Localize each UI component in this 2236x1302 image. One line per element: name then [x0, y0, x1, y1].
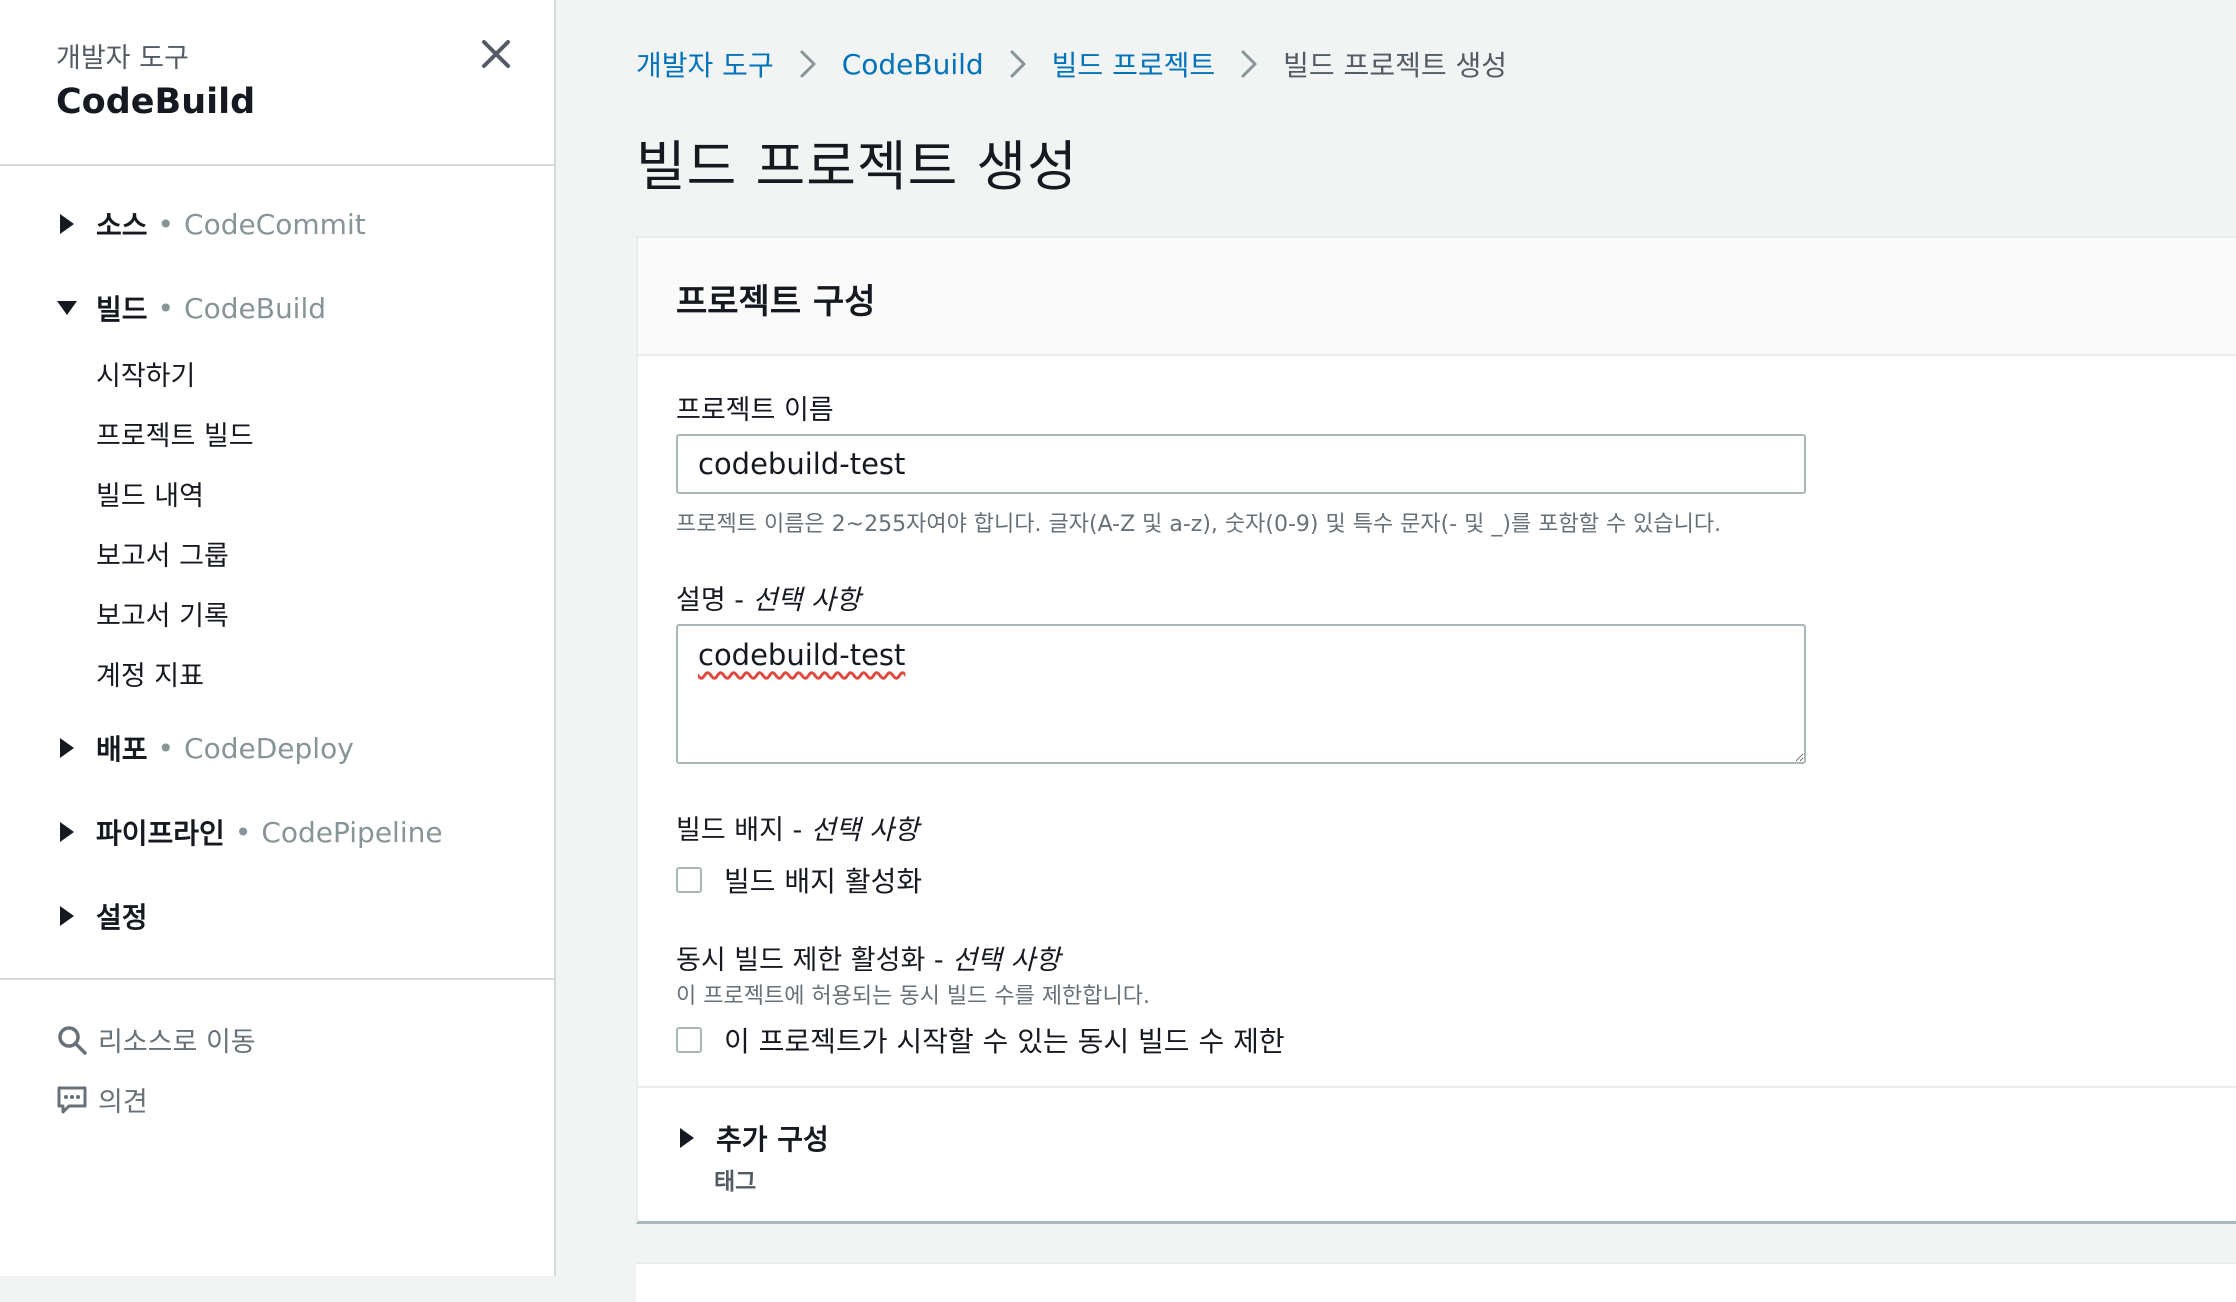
nav-kicker[interactable]: 개발자 도구: [56, 36, 189, 75]
feedback-label: 의견: [98, 1087, 148, 1118]
project-configuration-panel: 프로젝트 구성 프로젝트 이름 프로젝트 이름은 2~255자여야 합니다. 글…: [636, 236, 2236, 1224]
caret-right-icon: [56, 737, 78, 759]
nav-item-build-projects[interactable]: 프로젝트 빌드: [96, 414, 254, 453]
build-badge-checkbox-row[interactable]: 빌드 배지 활성화: [676, 860, 922, 900]
nav-item-build-history[interactable]: 빌드 내역: [96, 474, 204, 513]
nav-title[interactable]: CodeBuild: [56, 82, 255, 122]
nav-section-source[interactable]: 소스 • CodeCommit: [56, 204, 366, 244]
nav-section-label: 설정: [96, 901, 148, 934]
go-to-resource-link[interactable]: 리소스로 이동: [56, 1020, 256, 1059]
caret-down-icon: [56, 297, 78, 319]
description-label-text: 설명 -: [676, 585, 753, 616]
nav-section-label: 소스: [96, 209, 148, 242]
nav-section-settings[interactable]: 설정: [56, 896, 148, 936]
side-navigation: 개발자 도구 CodeBuild 소스 • CodeCommit 빌드 • Co…: [0, 0, 556, 1276]
separator-dot: •: [157, 731, 175, 765]
section-divider: [638, 1086, 2236, 1088]
build-badge-checkbox-label: 빌드 배지 활성화: [724, 865, 923, 898]
caret-right-icon: [56, 213, 78, 235]
concurrent-build-hint: 이 프로젝트에 허용되는 동시 빌드 수를 제한합니다.: [676, 984, 1150, 1009]
panel-title: 프로젝트 구성: [676, 282, 876, 322]
nav-section-label: 파이프라인: [96, 817, 225, 850]
concurrent-build-checkbox-row[interactable]: 이 프로젝트가 시작할 수 있는 동시 빌드 수 제한: [676, 1020, 1285, 1060]
concurrent-build-checkbox[interactable]: [676, 1027, 702, 1053]
optional-tag: 선택 사항: [752, 585, 861, 616]
nav-section-service: CodeDeploy: [184, 731, 354, 765]
nav-section-service: CodeBuild: [184, 291, 327, 325]
concurrent-build-label-text: 동시 빌드 제한 활성화 -: [676, 945, 953, 976]
caret-right-icon: [676, 1127, 698, 1149]
concurrent-build-label: 동시 빌드 제한 활성화 - 선택 사항: [676, 938, 1060, 977]
chevron-right-icon: [1239, 49, 1259, 79]
panel-header: 프로젝트 구성: [638, 238, 2236, 356]
feedback-icon: [56, 1084, 88, 1116]
nav-section-label: 빌드: [96, 293, 148, 326]
project-name-hint: 프로젝트 이름은 2~255자여야 합니다. 글자(A-Z 및 a-z), 숫자…: [676, 512, 1722, 537]
breadcrumb-codebuild[interactable]: CodeBuild: [842, 48, 984, 81]
nav-section-service: CodePipeline: [261, 815, 443, 849]
chevron-right-icon: [798, 49, 818, 79]
optional-tag: 선택 사항: [810, 815, 919, 846]
separator-dot: •: [157, 207, 175, 241]
nav-section-pipeline[interactable]: 파이프라인 • CodePipeline: [56, 812, 443, 852]
additional-config-title: 추가 구성: [716, 1123, 829, 1156]
breadcrumb-developer-tools[interactable]: 개발자 도구: [636, 44, 774, 84]
chevron-right-icon: [1008, 49, 1028, 79]
breadcrumb-current: 빌드 프로젝트 생성: [1283, 49, 1508, 82]
caret-right-icon: [56, 821, 78, 843]
build-badge-label-text: 빌드 배지 -: [676, 815, 811, 846]
nav-section-service: CodeCommit: [184, 207, 366, 241]
description-label: 설명 - 선택 사항: [676, 578, 861, 617]
close-nav-button[interactable]: [476, 34, 516, 74]
nav-item-report-groups[interactable]: 보고서 그룹: [96, 534, 229, 573]
side-navigation-header: 개발자 도구 CodeBuild: [0, 0, 554, 166]
additional-config-subtitle: 태그: [714, 1169, 757, 1195]
feedback-link[interactable]: 의견: [56, 1080, 148, 1119]
optional-tag: 선택 사항: [952, 945, 1061, 976]
side-navigation-footer: [0, 978, 554, 980]
nav-section-label: 배포: [96, 733, 148, 766]
project-name-label: 프로젝트 이름: [676, 395, 834, 426]
project-name-input[interactable]: [676, 434, 1806, 494]
concurrent-build-checkbox-label: 이 프로젝트가 시작할 수 있는 동시 빌드 수 제한: [724, 1025, 1285, 1058]
nav-item-account-metrics[interactable]: 계정 지표: [96, 654, 204, 693]
caret-right-icon: [56, 905, 78, 927]
search-icon: [56, 1024, 88, 1056]
go-to-resource-label: 리소스로 이동: [98, 1027, 256, 1058]
nav-section-build[interactable]: 빌드 • CodeBuild: [56, 288, 326, 328]
separator-dot: •: [157, 291, 175, 325]
additional-config-expander[interactable]: 추가 구성: [676, 1118, 829, 1158]
separator-dot: •: [234, 815, 252, 849]
breadcrumb: 개발자 도구 CodeBuild 빌드 프로젝트 빌드 프로젝트 생성: [636, 44, 1507, 84]
close-icon: [482, 40, 510, 68]
page-title: 빌드 프로젝트 생성: [636, 135, 1078, 198]
build-badge-label: 빌드 배지 - 선택 사항: [676, 808, 919, 847]
nav-section-deploy[interactable]: 배포 • CodeDeploy: [56, 728, 354, 768]
description-textarea[interactable]: codebuild-test: [676, 624, 1806, 764]
breadcrumb-build-projects[interactable]: 빌드 프로젝트: [1052, 44, 1215, 84]
build-badge-checkbox[interactable]: [676, 867, 702, 893]
nav-item-report-history[interactable]: 보고서 기록: [96, 594, 229, 633]
nav-item-getting-started[interactable]: 시작하기: [96, 354, 195, 393]
next-panel: [636, 1262, 2236, 1302]
